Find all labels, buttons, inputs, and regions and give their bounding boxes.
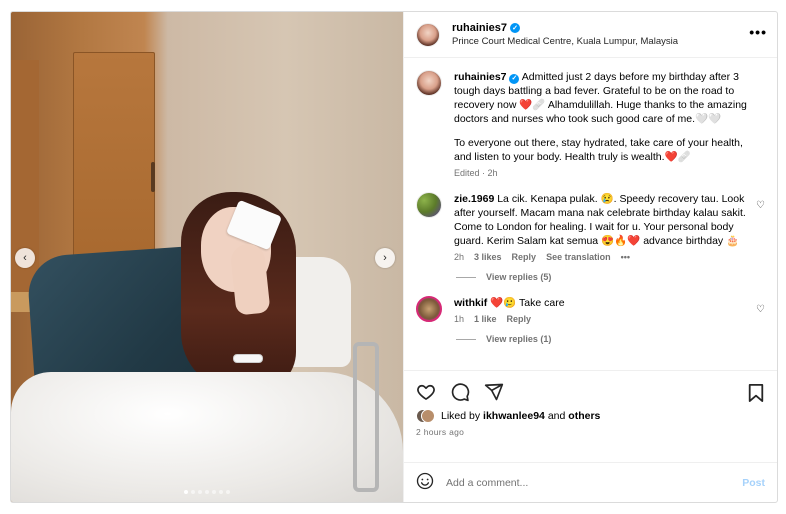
comment-likes-count[interactable]: 3 likes	[474, 252, 502, 262]
bookmark-icon[interactable]	[747, 383, 765, 403]
post-actions: Liked by ikhwanlee94 and others 2 hours …	[404, 370, 777, 462]
comment-meta: 1h 1 like Reply	[454, 314, 747, 324]
carousel-dot[interactable]	[198, 490, 202, 494]
caption-text: ruhainies7 ✓ Admitted just 2 days before…	[454, 70, 747, 164]
caption-edited-time: Edited · 2h	[454, 168, 498, 178]
action-icons	[416, 377, 765, 407]
post-header: ruhainies7 ✓ Prince Court Medical Centre…	[404, 12, 777, 58]
liked-by-user[interactable]: ikhwanlee94	[483, 410, 545, 422]
verified-badge-icon: ✓	[509, 74, 520, 84]
liker-avatar	[421, 409, 435, 423]
comment-text: zie.1969 La cik. Kenapa pulak. 😢. Speedy…	[454, 192, 747, 248]
add-comment-bar: Add a comment... Post	[404, 462, 777, 502]
liked-by-prefix: Liked by	[441, 410, 481, 422]
liked-by-avatars	[416, 409, 435, 423]
author-username-text[interactable]: ruhainies7	[452, 22, 507, 34]
post-modal: ‹ › ruhainies7 ✓ Prince Court Medical Ce…	[10, 11, 778, 503]
comment-content: ❤️🥲 Take care	[490, 297, 565, 309]
post-side-panel: ruhainies7 ✓ Prince Court Medical Centre…	[403, 12, 777, 502]
add-comment-input[interactable]: Add a comment...	[446, 477, 742, 489]
comment-likes-count[interactable]: 1 like	[474, 314, 497, 324]
comment-body: zie.1969 La cik. Kenapa pulak. 😢. Speedy…	[454, 192, 765, 262]
comment-bubble-icon[interactable]	[450, 382, 470, 402]
liked-by-text: Liked by ikhwanlee94 and others	[441, 410, 600, 422]
liked-by-and: and	[547, 410, 566, 422]
chevron-right-icon: ›	[383, 252, 387, 264]
commenter-username[interactable]: withkif	[454, 297, 487, 309]
reply-button[interactable]: Reply	[507, 314, 532, 324]
view-replies-line	[456, 276, 476, 278]
previous-photo-button[interactable]: ‹	[15, 248, 35, 268]
carousel-dot[interactable]	[205, 490, 209, 494]
commenter-avatar[interactable]	[416, 296, 442, 322]
view-replies-label[interactable]: View replies (5)	[486, 272, 551, 282]
comments-list[interactable]: ruhainies7 ✓ Admitted just 2 days before…	[404, 58, 777, 370]
like-comment-heart-icon[interactable]: ♡	[756, 200, 765, 211]
view-replies-button[interactable]: View replies (1)	[456, 334, 765, 344]
comment-time[interactable]: 2h	[454, 252, 464, 262]
photo-blanket	[11, 372, 403, 502]
caption: ruhainies7 ✓ Admitted just 2 days before…	[416, 70, 765, 178]
comment-content: La cik. Kenapa pulak. 😢. Speedy recovery…	[454, 193, 746, 247]
author-info: ruhainies7 ✓ Prince Court Medical Centre…	[452, 22, 678, 47]
author-avatar[interactable]	[416, 22, 440, 47]
comment-time[interactable]: 1h	[454, 314, 464, 324]
photo-cabinet-handle	[151, 162, 155, 192]
caption-avatar[interactable]	[416, 70, 442, 96]
author-username[interactable]: ruhainies7 ✓	[452, 22, 678, 34]
carousel-dot[interactable]	[191, 490, 195, 494]
comment-options-button[interactable]: •••	[621, 252, 630, 262]
comment-item: zie.1969 La cik. Kenapa pulak. 😢. Speedy…	[416, 192, 765, 262]
carousel-dots	[11, 490, 403, 494]
comment-item: withkif ❤️🥲 Take care 1h 1 like Reply ♡	[416, 296, 765, 324]
caption-username[interactable]: ruhainies7	[454, 71, 507, 83]
next-photo-button[interactable]: ›	[375, 248, 395, 268]
comment-body: withkif ❤️🥲 Take care 1h 1 like Reply	[454, 296, 765, 324]
share-send-icon[interactable]	[484, 382, 504, 402]
chevron-left-icon: ‹	[23, 252, 27, 264]
post-photo[interactable]: ‹ ›	[11, 12, 403, 502]
view-replies-button[interactable]: View replies (5)	[456, 272, 765, 282]
see-translation-button[interactable]: See translation	[546, 252, 611, 262]
photo-hospital-bracelet	[233, 354, 263, 363]
like-comment-heart-icon[interactable]: ♡	[756, 304, 765, 315]
caption-body: ruhainies7 ✓ Admitted just 2 days before…	[454, 70, 765, 178]
carousel-dot[interactable]	[226, 490, 230, 494]
carousel-dot[interactable]	[184, 490, 188, 494]
photo-cabinet	[73, 52, 155, 267]
reply-button[interactable]: Reply	[512, 252, 537, 262]
post-time[interactable]: 2 hours ago	[416, 427, 765, 437]
commenter-avatar[interactable]	[416, 192, 442, 218]
caption-meta: Edited · 2h	[454, 168, 747, 178]
post-location[interactable]: Prince Court Medical Centre, Kuala Lumpu…	[452, 36, 678, 47]
carousel-dot[interactable]	[212, 490, 216, 494]
comment-text: withkif ❤️🥲 Take care	[454, 296, 747, 310]
liked-by-others[interactable]: others	[568, 410, 600, 422]
emoji-icon[interactable]	[416, 472, 434, 493]
photo-bed-rail	[353, 342, 379, 492]
caption-paragraph-2: To everyone out there, stay hydrated, ta…	[454, 137, 743, 163]
comment-meta: 2h 3 likes Reply See translation •••	[454, 252, 747, 262]
view-replies-label[interactable]: View replies (1)	[486, 334, 551, 344]
liked-by[interactable]: Liked by ikhwanlee94 and others	[416, 409, 765, 423]
verified-badge-icon: ✓	[510, 23, 521, 33]
view-replies-line	[456, 338, 476, 340]
commenter-username[interactable]: zie.1969	[454, 193, 494, 205]
carousel-dot[interactable]	[219, 490, 223, 494]
more-options-button[interactable]: •••	[749, 24, 767, 40]
post-comment-button[interactable]: Post	[742, 477, 765, 489]
like-heart-icon[interactable]	[416, 382, 436, 402]
